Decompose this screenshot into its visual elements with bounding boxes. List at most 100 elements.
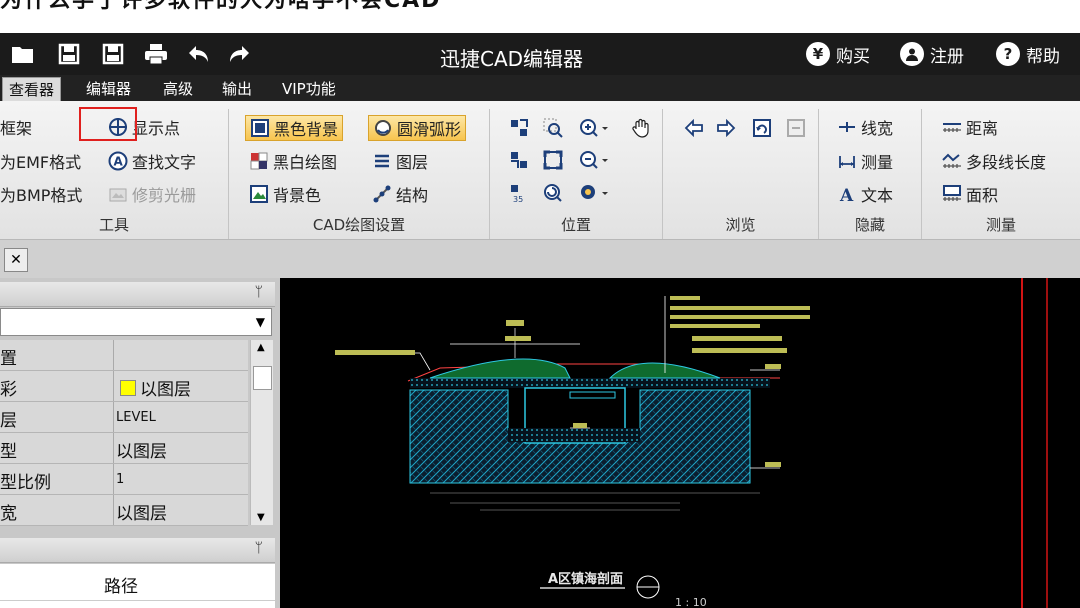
buy-button[interactable]: ¥ 购买 [806, 41, 870, 67]
property-row[interactable]: 置 [0, 340, 248, 371]
register-label: 注册 [930, 46, 964, 67]
cad-canvas[interactable]: A区镇海剖面 1 : 10 [280, 278, 1080, 608]
hand-icon[interactable] [630, 117, 652, 139]
smooth-arc-icon [373, 118, 393, 138]
property-row[interactable]: 型比例 1 [0, 464, 248, 495]
property-row[interactable]: 彩 以图层 [0, 371, 248, 402]
drawing-scale: 1 : 10 [675, 596, 707, 608]
smooth-arc-button[interactable]: 圆滑弧形 [368, 115, 467, 141]
trim-raster-button[interactable]: 修剪光栅 [108, 182, 196, 206]
redo-icon[interactable] [226, 41, 252, 67]
bmp-button[interactable]: 为BMP格式 [0, 182, 82, 206]
find-text-button[interactable]: A 查找文字 [108, 149, 196, 173]
save-as-icon[interactable] [100, 41, 126, 67]
group-cad-settings-label: CAD绘图设置 [312, 216, 406, 234]
lineweight-button[interactable]: 线宽 [837, 115, 893, 139]
help-button[interactable]: ? 帮助 [996, 41, 1060, 67]
area-button[interactable]: 面积 [942, 182, 998, 206]
zoom-window-icon[interactable] [542, 117, 564, 139]
mound-left [429, 358, 571, 379]
frame-label: 框架 [0, 119, 33, 138]
distance-label: 距离 [966, 119, 999, 138]
black-background-icon [250, 118, 270, 138]
group-cad-settings: 黑色背景 圆滑弧形 黑白绘图 图层 背景色 结构 CAD绘图设置 [229, 109, 490, 239]
property-row[interactable]: 层 LEVEL [0, 402, 248, 433]
text-button[interactable]: A 文本 [837, 182, 893, 206]
arrow-right-icon[interactable] [715, 117, 737, 139]
dimension-icon [837, 151, 857, 171]
pin-icon[interactable]: ᛘ [255, 540, 263, 556]
scroll-down-icon[interactable]: ▼ [257, 512, 265, 523]
zoom-options-icon[interactable] [578, 182, 612, 204]
title-bar: 迅捷CAD编辑器 ¥ 购买 注册 ? 帮助 [0, 33, 1080, 75]
tab-output[interactable]: 输出 [222, 78, 252, 100]
pan-view-icon[interactable] [508, 149, 530, 171]
emf-button[interactable]: 为EMF格式 [0, 149, 81, 173]
tab-viewer[interactable]: 查看器 [2, 77, 62, 102]
black-background-label: 黑色背景 [274, 120, 339, 139]
pin-icon[interactable]: ᛘ [255, 284, 263, 300]
note-text [670, 315, 810, 319]
scroll-up-icon[interactable]: ▲ [257, 342, 265, 353]
close-icon[interactable]: ✕ [4, 248, 28, 272]
property-value-text: 以图层 [140, 380, 191, 400]
print-icon[interactable] [143, 41, 169, 67]
background-color-button[interactable]: 背景色 [249, 182, 321, 206]
group-tools-label: 工具 [98, 216, 129, 234]
help-label: 帮助 [1026, 46, 1060, 67]
black-background-button[interactable]: 黑色背景 [245, 115, 344, 141]
dimension-label: 测量 [861, 153, 894, 172]
scroll-thumb[interactable] [253, 366, 272, 390]
tab-advanced[interactable]: 高级 [163, 78, 193, 100]
note-text [506, 320, 524, 326]
zoom-previous-icon[interactable] [542, 182, 564, 204]
pan-icon[interactable] [508, 117, 530, 139]
zoom-extents-icon[interactable] [542, 149, 564, 171]
zoom-in-icon[interactable] [578, 117, 612, 139]
note-text [692, 348, 787, 353]
structure-button[interactable]: 结构 [372, 182, 428, 206]
polyline-length-button[interactable]: 多段线长度 [942, 149, 1046, 173]
property-scrollbar[interactable]: ▲ ▼ [250, 340, 273, 525]
refresh-view-icon[interactable] [751, 117, 773, 139]
group-browse: 浏览 [663, 109, 819, 239]
path-panel: 路径 [0, 564, 275, 608]
app-title: 迅捷CAD编辑器 [440, 47, 584, 71]
properties-header: ᛘ [0, 282, 275, 307]
rotate-3d-icon[interactable]: 35 [508, 182, 530, 204]
path-column-header: 路径 [104, 577, 138, 597]
property-name: 层 [0, 411, 17, 431]
entity-selector[interactable]: ▼ [0, 308, 272, 336]
group-browse-label: 浏览 [725, 216, 756, 234]
zoom-out-icon[interactable] [578, 149, 612, 171]
text-icon: A [837, 184, 857, 204]
drawing-title: A区镇海剖面 [548, 571, 623, 587]
group-position: 35 位置 [490, 109, 663, 239]
lineweight-icon [837, 117, 857, 137]
note-text [573, 423, 587, 428]
open-folder-icon[interactable] [10, 41, 36, 67]
tab-vip[interactable]: VIP功能 [282, 78, 336, 100]
bw-drawing-button[interactable]: 黑白绘图 [249, 149, 337, 173]
frame-button[interactable]: 框架 [0, 115, 32, 139]
text-label: 文本 [861, 186, 894, 205]
register-button[interactable]: 注册 [900, 41, 964, 67]
undo-icon[interactable] [186, 41, 212, 67]
user-icon [900, 42, 924, 66]
arrow-left-icon[interactable] [683, 117, 705, 139]
polyline-length-icon [942, 151, 962, 171]
property-row[interactable]: 型 以图层 [0, 433, 248, 464]
property-row[interactable]: 宽 以图层 [0, 495, 248, 526]
dimension-button[interactable]: 测量 [837, 149, 893, 173]
paving-layer [410, 378, 770, 388]
caption-text: 为什么学了许多软件的人为啥学不会CAD [0, 0, 442, 13]
find-text-label: 查找文字 [132, 153, 197, 172]
document-tab-row: ✕ [0, 240, 1080, 279]
layers-button[interactable]: 图层 [372, 149, 428, 173]
distance-button[interactable]: 距离 [942, 115, 998, 139]
tab-editor[interactable]: 编辑器 [86, 78, 131, 100]
restore-view-icon[interactable] [785, 117, 807, 139]
save-icon[interactable] [56, 41, 82, 67]
property-value: 1 [116, 472, 125, 487]
bmp-label: 为BMP格式 [0, 186, 83, 205]
